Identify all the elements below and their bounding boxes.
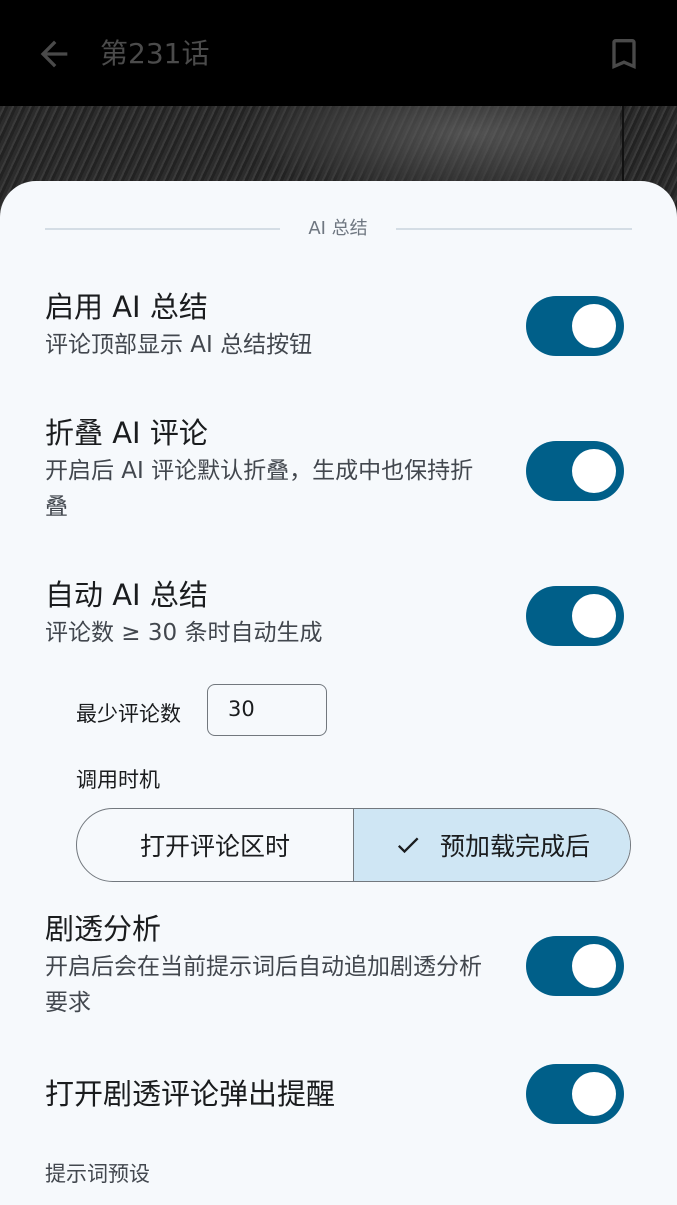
spoiler-comment-alert-toggle[interactable] [526, 1064, 624, 1124]
auto-ai-summary-toggle[interactable] [526, 586, 624, 646]
min-comments-input[interactable]: 30 [207, 684, 327, 736]
setting-description: 开启后 AI 评论默认折叠，生成中也保持折叠 [45, 458, 474, 520]
divider-right [396, 228, 632, 230]
prompt-preset-label: 提示词预设 [45, 1162, 150, 1186]
setting-description: 开启后会在当前提示词后自动追加剧透分析要求 [45, 954, 482, 1016]
timing-option-label: 打开评论区时 [139, 832, 290, 861]
ai-summary-settings-sheet: AI 总结 启用 AI 总结 评论顶部显示 AI 总结按钮 折叠 AI 评论 开… [0, 181, 677, 1205]
toggle-knob [572, 304, 616, 348]
setting-description: 评论顶部显示 AI 总结按钮 [45, 332, 313, 358]
setting-description: 评论数 ≥ 30 条时自动生成 [45, 620, 323, 646]
arrow-back-icon[interactable] [34, 34, 74, 74]
check-icon [397, 837, 419, 854]
setting-spoiler-analysis[interactable]: 剧透分析 开启后会在当前提示词后自动追加剧透分析要求 [45, 909, 632, 1025]
fold-ai-comments-toggle[interactable] [526, 441, 624, 501]
invoke-timing-segmented-button: 打开评论区时 预加载完成后 [76, 808, 631, 882]
timing-option-after-preload[interactable]: 预加载完成后 [353, 809, 630, 881]
setting-auto-ai-summary[interactable]: 自动 AI 总结 评论数 ≥ 30 条时自动生成 [45, 575, 632, 655]
chapter-title: 第231话 [100, 37, 210, 70]
timing-option-open-comments[interactable]: 打开评论区时 [77, 809, 353, 881]
bookmark-icon[interactable] [604, 32, 644, 76]
enable-ai-summary-toggle[interactable] [526, 296, 624, 356]
min-comments-label: 最少评论数 [76, 702, 181, 726]
setting-spoiler-comment-alert[interactable]: 打开剧透评论弹出提醒 [45, 1064, 632, 1124]
section-header: AI 总结 [45, 217, 632, 241]
toggle-knob [572, 449, 616, 493]
toggle-knob [572, 1072, 616, 1116]
toggle-knob [572, 594, 616, 638]
invoke-timing-label: 调用时机 [76, 768, 160, 792]
spoiler-analysis-toggle[interactable] [526, 936, 624, 996]
toggle-knob [572, 944, 616, 988]
setting-fold-ai-comments[interactable]: 折叠 AI 评论 开启后 AI 评论默认折叠，生成中也保持折叠 [45, 413, 632, 529]
section-header-label: AI 总结 [308, 218, 368, 239]
top-app-bar: 第231话 [0, 0, 677, 106]
setting-enable-ai-summary[interactable]: 启用 AI 总结 评论顶部显示 AI 总结按钮 [45, 287, 632, 367]
divider-left [45, 228, 280, 230]
timing-option-label: 预加载完成后 [439, 832, 590, 861]
